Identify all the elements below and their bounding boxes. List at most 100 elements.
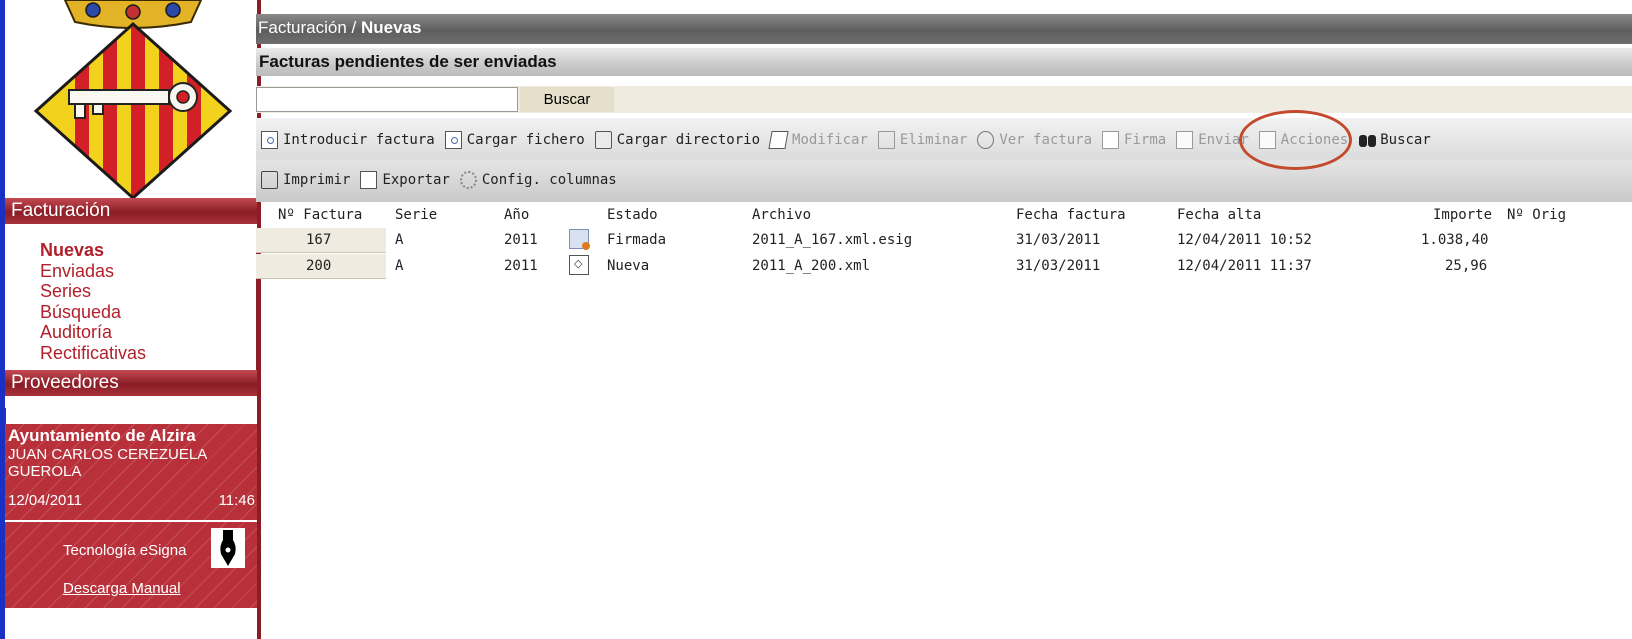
proveedores-panel <box>5 408 257 424</box>
user-info-panel: Ayuntamiento de Alzira JUAN CARLOS CEREZ… <box>5 424 257 520</box>
cell-anio: 2011 <box>504 232 538 248</box>
column-header-importe[interactable]: Importe <box>1433 207 1492 223</box>
cell-anio: 2011 <box>504 258 538 274</box>
sidebar: Facturación Nuevas Enviadas Series Búsqu… <box>5 0 261 639</box>
new-invoice-icon <box>261 131 278 149</box>
cell-fecha-alta: 12/04/2011 10:52 <box>1177 232 1312 248</box>
cell-importe: 1.038,40 <box>1421 232 1489 248</box>
buscar-toolbar-button[interactable]: Buscar <box>1353 131 1436 149</box>
send-icon <box>1176 131 1194 149</box>
cell-numero: 167 <box>306 232 332 248</box>
config-columns-icon <box>459 171 477 189</box>
cell-numero: 200 <box>306 258 332 274</box>
signed-invoice-icon <box>569 229 590 250</box>
enviar-label: Enviar <box>1198 132 1249 148</box>
column-header-fecha-factura[interactable]: Fecha factura <box>1016 207 1126 223</box>
enviar-button[interactable]: Enviar <box>1171 131 1254 149</box>
column-header-serie[interactable]: Serie <box>395 207 437 223</box>
sidebar-header-proveedores[interactable]: Proveedores <box>5 370 257 396</box>
user-name-line2: GUEROLA <box>8 463 82 480</box>
breadcrumb-current: Nuevas <box>361 18 422 37</box>
search-bar: Buscar <box>256 86 1632 113</box>
download-manual-link[interactable]: Descarga Manual <box>63 580 181 597</box>
sidebar-item-rectificativas[interactable]: Rectificativas <box>5 343 256 364</box>
column-header-fecha-alta[interactable]: Fecha alta <box>1177 207 1261 223</box>
breadcrumb-section[interactable]: Facturación / <box>258 18 356 37</box>
modificar-label: Modificar <box>792 132 868 148</box>
column-header-estado[interactable]: Estado <box>607 207 658 223</box>
load-directory-icon <box>594 131 612 149</box>
column-header-numero[interactable]: Nº Factura <box>278 207 362 223</box>
print-icon <box>261 171 278 189</box>
column-header-anio[interactable]: Año <box>504 207 529 223</box>
cell-fecha-factura: 31/03/2011 <box>1016 258 1101 274</box>
acciones-button[interactable]: Acciones <box>1254 131 1353 149</box>
table-row[interactable]: 167 A 2011 Firmada 2011_A_167.xml.esig 3… <box>256 228 1632 253</box>
sidebar-header-facturacion[interactable]: Facturación <box>5 198 257 224</box>
binoculars-icon <box>1358 131 1377 149</box>
acciones-label: Acciones <box>1280 132 1349 148</box>
cell-fecha-factura: 31/03/2011 <box>1016 232 1101 248</box>
introducir-factura-button[interactable]: Introducir factura <box>256 131 440 149</box>
toolbar: Introducir factura Cargar fichero Cargar… <box>256 118 1632 202</box>
column-header-numero-original[interactable]: Nº Orig <box>1507 207 1566 223</box>
toolbar-row-secondary: Imprimir Exportar Config. columnas <box>256 162 622 198</box>
sidebar-item-auditoria[interactable]: Auditoría <box>5 322 256 343</box>
toolbar-row-primary: Introducir factura Cargar fichero Cargar… <box>256 122 1436 158</box>
config-columnas-label: Config. columnas <box>481 172 617 188</box>
cell-importe: 25,96 <box>1445 258 1488 274</box>
firma-button[interactable]: Firma <box>1097 131 1171 149</box>
new-xml-icon <box>569 255 589 275</box>
table-header: Nº Factura Serie Año Estado Archivo Fech… <box>256 202 1632 228</box>
eliminar-label: Eliminar <box>899 132 968 148</box>
buscar-toolbar-label: Buscar <box>1380 132 1431 148</box>
exportar-label: Exportar <box>382 172 450 188</box>
exportar-button[interactable]: Exportar <box>355 171 454 189</box>
coat-of-arms-icon <box>33 0 233 201</box>
ver-factura-button[interactable]: Ver factura <box>972 131 1097 149</box>
sidebar-item-nuevas[interactable]: Nuevas <box>5 240 256 261</box>
modificar-button[interactable]: Modificar <box>765 131 873 149</box>
sidebar-nav-facturacion: Nuevas Enviadas Series Búsqueda Auditorí… <box>5 240 257 372</box>
sign-icon <box>1102 131 1120 149</box>
sidebar-item-busqueda[interactable]: Búsqueda <box>5 302 256 323</box>
cargar-directorio-label: Cargar directorio <box>616 132 761 148</box>
introducir-factura-label: Introducir factura <box>283 132 435 148</box>
column-header-archivo[interactable]: Archivo <box>752 207 811 223</box>
breadcrumb: Facturación / Nuevas <box>256 14 1632 44</box>
cell-archivo: 2011_A_167.xml.esig <box>752 232 913 248</box>
config-columnas-button[interactable]: Config. columnas <box>455 171 622 189</box>
search-input[interactable] <box>256 87 518 112</box>
cell-estado: Firmada <box>607 232 667 248</box>
imprimir-button[interactable]: Imprimir <box>256 171 355 189</box>
tech-label: Tecnología eSigna <box>63 542 187 559</box>
cargar-directorio-button[interactable]: Cargar directorio <box>590 131 765 149</box>
sidebar-item-enviadas[interactable]: Enviadas <box>5 261 256 282</box>
cargar-fichero-button[interactable]: Cargar fichero <box>440 131 590 149</box>
export-icon <box>360 171 378 189</box>
sidebar-item-series[interactable]: Series <box>5 281 256 302</box>
cargar-fichero-label: Cargar fichero <box>466 132 585 148</box>
user-name-line1: JUAN CARLOS CEREZUELA <box>8 446 208 463</box>
table-row[interactable]: 200 A 2011 Nueva 2011_A_200.xml 31/03/20… <box>256 254 1632 279</box>
firma-label: Firma <box>1124 132 1167 148</box>
view-invoice-icon <box>977 131 995 149</box>
session-time: 11:46 <box>218 492 255 509</box>
tech-panel: Tecnología eSigna Descarga Manual <box>5 522 257 608</box>
edit-icon <box>768 131 789 149</box>
eliminar-button[interactable]: Eliminar <box>873 131 972 149</box>
cell-estado: Nueva <box>607 258 650 274</box>
page-title: Facturas pendientes de ser enviadas <box>256 48 1632 76</box>
search-button[interactable]: Buscar <box>520 87 614 112</box>
actions-icon <box>1258 131 1276 149</box>
imprimir-label: Imprimir <box>283 172 351 188</box>
session-date: 12/04/2011 <box>8 492 82 509</box>
organization-name: Ayuntamiento de Alzira <box>8 426 196 445</box>
cell-archivo: 2011_A_200.xml <box>752 258 871 274</box>
fountain-pen-icon <box>211 528 245 568</box>
load-file-icon <box>444 131 462 149</box>
coat-of-arms-logo <box>5 0 261 212</box>
cell-fecha-alta: 12/04/2011 11:37 <box>1177 258 1312 274</box>
main-content: Facturación / Nuevas Facturas pendientes… <box>256 0 1632 639</box>
cell-serie: A <box>395 232 404 248</box>
